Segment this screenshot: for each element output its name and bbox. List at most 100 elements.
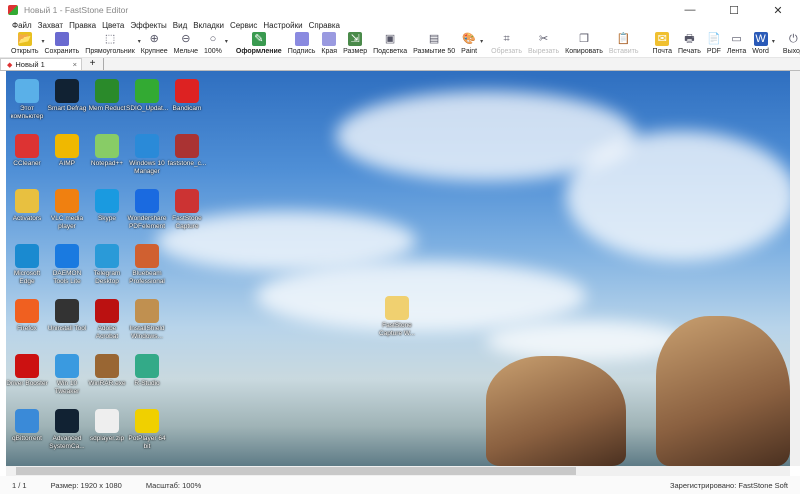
desktop-icon[interactable]: Windows 10 Manager xyxy=(126,134,168,176)
desktop-icon[interactable]: Smart Defrag xyxy=(46,79,88,113)
toolbar-button-0[interactable]: 📂 Открыть ▾ xyxy=(8,32,45,55)
menu-item-9[interactable]: Справка xyxy=(309,21,340,30)
image-canvas[interactable]: Этот компьютер Smart Defrag Mem Reduct SDIO… xyxy=(6,71,790,466)
toolbar-button-11[interactable]: ▣ Подсветка xyxy=(370,32,410,55)
menu-item-4[interactable]: Эффекты xyxy=(130,21,166,30)
toolbar-button-label: 100% xyxy=(204,48,222,55)
toolbar-button-23[interactable]: ▭ Лента xyxy=(724,32,749,55)
desktop-icon[interactable]: Activators xyxy=(6,189,48,223)
toolbar-button-label: Обрезать xyxy=(491,48,523,55)
desktop-icon[interactable]: SDIO_Updat... xyxy=(126,79,168,113)
toolbar-button-16[interactable]: ✂ Вырезать xyxy=(525,32,562,55)
menu-item-0[interactable]: Файл xyxy=(12,21,32,30)
toolbar-button-label: Подсветка xyxy=(373,48,408,55)
maximize-button[interactable]: ☐ xyxy=(712,4,756,17)
menu-item-3[interactable]: Цвета xyxy=(102,21,124,30)
desktop-icon[interactable]: Driver Booster xyxy=(6,354,48,388)
zoom-level: Масштаб: 100% xyxy=(145,480,202,490)
desktop-icon[interactable]: Win 10 Tweaker xyxy=(46,354,88,396)
tab-label: Новый 1 xyxy=(15,60,45,69)
desktop-icon[interactable]: Skype xyxy=(86,189,128,223)
desktop-icon[interactable]: R-Studio xyxy=(126,354,168,388)
app-icon xyxy=(135,354,159,378)
desktop-icon-label: Bandicam xyxy=(172,105,202,112)
desktop-icon[interactable]: qBittorrent xyxy=(6,409,48,443)
vertical-scrollbar[interactable] xyxy=(790,71,800,466)
desktop-icon[interactable]: faststone_c... xyxy=(166,134,208,168)
app-icon xyxy=(175,189,199,213)
desktop-icon-faststone-folder[interactable]: FastStone Capture W... xyxy=(374,296,420,338)
desktop-icon[interactable]: Uninstall Tool xyxy=(46,299,88,333)
app-icon xyxy=(135,189,159,213)
desktop-icon[interactable]: Notepad++ xyxy=(86,134,128,168)
app-icon xyxy=(55,354,79,378)
spotlight-icon: ▣ xyxy=(383,32,398,46)
toolbar-button-13[interactable]: 🎨 Paint ▾ xyxy=(458,32,483,55)
desktop-icon-label: FastStone Capture W... xyxy=(378,322,416,337)
toolbar-button-3[interactable]: ⊕ Крупнее xyxy=(138,32,171,55)
desktop-icon[interactable]: Wondershare PDFelement xyxy=(126,189,168,231)
save-icon xyxy=(54,32,69,46)
toolbar-button-7[interactable]: ✎ Оформление xyxy=(233,32,285,55)
desktop-icon[interactable]: Bandicam xyxy=(166,79,208,113)
toolbar-button-17[interactable]: ❐ Копировать xyxy=(562,32,606,55)
add-tab-button[interactable]: + xyxy=(82,58,104,70)
app-icon xyxy=(95,244,119,268)
desktop-icon[interactable]: Advanced SystemCa... xyxy=(46,409,88,451)
desktop-icon[interactable]: CCleaner xyxy=(6,134,48,168)
desktop-icon[interactable]: WinRAR.exe xyxy=(86,354,128,388)
desktop-icon[interactable]: FastStone Capture xyxy=(166,189,208,231)
toolbar-button-15[interactable]: ⌗ Обрезать xyxy=(488,32,525,55)
desktop-icon[interactable]: Bluebeam Professional xyxy=(126,244,168,286)
close-button[interactable]: ✕ xyxy=(756,4,800,17)
desktop-icon[interactable]: Adobe Acrobat xyxy=(86,299,128,341)
desktop-icon[interactable]: Telegram Desktop xyxy=(86,244,128,286)
toolbar-button-24[interactable]: W Word ▾ xyxy=(749,32,775,55)
toolbar-button-10[interactable]: ⇲ Размер xyxy=(340,32,370,55)
desktop-icon[interactable]: VLC media player xyxy=(46,189,88,231)
menu-item-2[interactable]: Правка xyxy=(69,21,96,30)
app-icon xyxy=(55,299,79,323)
toolbar-button-5[interactable]: ○ 100% ▾ xyxy=(201,32,228,55)
desktop-icon-label: PotPlayer 64 bit xyxy=(128,435,166,450)
menu-item-7[interactable]: Сервис xyxy=(230,21,257,30)
desktop-icon-label: Notepad++ xyxy=(90,160,124,167)
toolbar-button-18[interactable]: 📋 Вставить xyxy=(606,32,642,55)
app-icon xyxy=(55,134,79,158)
toolbar-button-9[interactable]: Края xyxy=(318,32,340,55)
desktop-icon[interactable]: AIMP xyxy=(46,134,88,168)
toolbar-button-2[interactable]: ⬚ Прямоугольник ▾ xyxy=(82,32,141,55)
toolbar-button-26[interactable]: ⏻ Выход xyxy=(780,32,800,55)
menu-item-5[interactable]: Вид xyxy=(173,21,187,30)
toolbar-button-label: Печать xyxy=(677,48,701,55)
app-icon xyxy=(15,299,39,323)
toolbar-button-20[interactable]: ✉ Почта xyxy=(650,32,675,55)
chevron-down-icon[interactable]: ▾ xyxy=(480,38,483,45)
desktop-icon[interactable]: PotPlayer 64 bit xyxy=(126,409,168,451)
mail-icon: ✉ xyxy=(655,32,670,46)
desktop-icon[interactable]: sdplayer.zip xyxy=(86,409,128,443)
toolbar: 📂 Открыть ▾ Сохранить ⬚ Прямоугольник ▾ ⊕ Крупне… xyxy=(0,31,800,58)
desktop-icon[interactable]: DAEMON Tools Lite xyxy=(46,244,88,286)
menu-item-6[interactable]: Вкладки xyxy=(193,21,224,30)
scrollbar-thumb[interactable] xyxy=(16,467,576,475)
desktop-icon[interactable]: InstallShield Windows... xyxy=(126,299,168,341)
menu-item-8[interactable]: Настройки xyxy=(263,21,302,30)
toolbar-button-8[interactable]: Подпись xyxy=(285,32,319,55)
toolbar-button-12[interactable]: ▤ Размытие 50 xyxy=(410,32,458,55)
toolbar-button-21[interactable]: 🖶 Печать xyxy=(675,32,704,55)
desktop-icon[interactable]: Этот компьютер xyxy=(6,79,48,121)
toolbar-button-4[interactable]: ⊖ Мельче xyxy=(171,32,201,55)
chevron-down-icon[interactable]: ▾ xyxy=(772,38,775,45)
desktop-icon[interactable]: Mem Reduct xyxy=(86,79,128,113)
toolbar-button-22[interactable]: 📄 PDF xyxy=(704,32,724,55)
chevron-down-icon[interactable]: ▾ xyxy=(225,38,228,45)
menu-item-1[interactable]: Захват xyxy=(38,21,63,30)
toolbar-button-1[interactable]: Сохранить xyxy=(42,32,83,55)
horizontal-scrollbar[interactable] xyxy=(6,466,790,476)
tab-new-1[interactable]: ◆ Новый 1 × xyxy=(0,58,82,70)
desktop-icon[interactable]: Firefox xyxy=(6,299,48,333)
minimize-button[interactable]: — xyxy=(668,4,712,17)
tab-close-button[interactable]: × xyxy=(73,60,77,69)
desktop-icon[interactable]: Microsoft Edge xyxy=(6,244,48,286)
